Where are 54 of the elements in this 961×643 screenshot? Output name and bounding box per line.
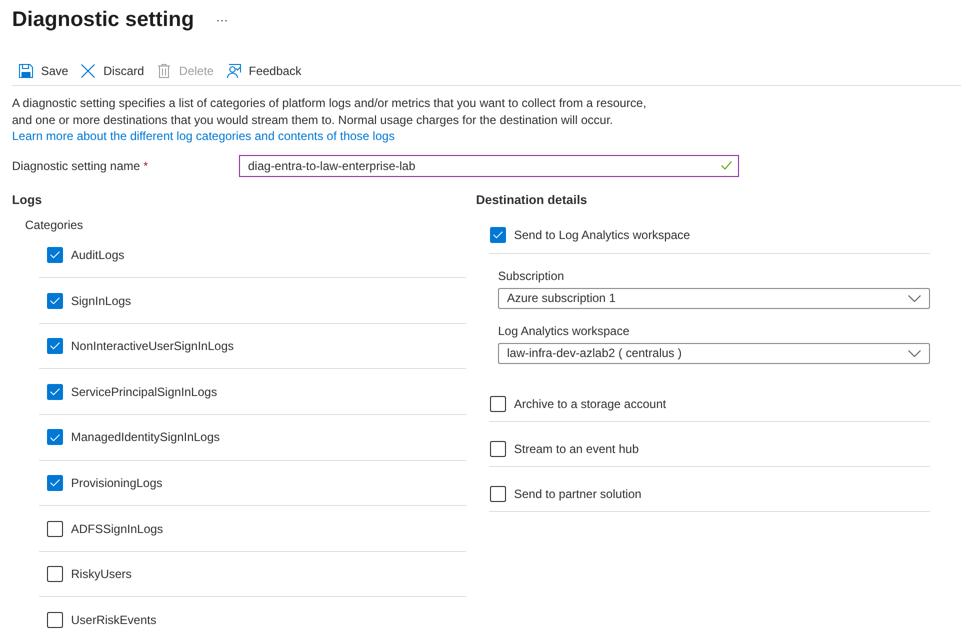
checkmark-icon <box>50 342 60 350</box>
checkbox[interactable] <box>47 292 63 309</box>
trash-icon <box>156 62 172 79</box>
section-heading: Destination details <box>476 192 588 208</box>
group-label: Categories <box>25 216 84 233</box>
save-button[interactable]: Save <box>12 56 74 85</box>
checkbox-label: ProvisioningLogs <box>71 474 162 491</box>
checkmark-icon <box>50 479 60 487</box>
checkbox-label: Send to Log Analytics workspace <box>514 227 690 244</box>
field-label: Subscription <box>498 268 566 284</box>
checkbox[interactable] <box>47 338 63 354</box>
checkbox[interactable] <box>47 520 63 537</box>
checkbox-label: Archive to a storage account <box>514 396 666 412</box>
checkbox-label: ManagedIdentitySignInLogs <box>71 429 220 446</box>
checkbox[interactable] <box>490 396 506 412</box>
cross-icon <box>80 62 96 79</box>
checkbox[interactable] <box>47 474 63 491</box>
checkmark-icon <box>50 434 60 442</box>
page-title: Diagnostic setting <box>12 7 194 33</box>
field-label: Log Analytics workspace <box>498 322 630 339</box>
dropdown[interactable]: Azure subscription 1 <box>498 288 930 309</box>
checkbox[interactable] <box>47 384 63 400</box>
discard-button[interactable]: Discard <box>74 56 150 85</box>
checkbox[interactable] <box>47 429 63 446</box>
checkbox-label: UserRiskEvents <box>71 612 156 628</box>
checkbox-label: RiskyUsers <box>71 566 132 582</box>
dropdown[interactable]: law-infra-dev-azlab2 ( centralus ) <box>498 342 930 364</box>
name-input[interactable]: diag-entra-to-law-enterprise-lab <box>239 154 739 177</box>
checkbox-label: AuditLogs <box>71 246 124 263</box>
checkbox-label: NonInteractiveUserSignInLogs <box>71 338 234 354</box>
description-text: A diagnostic setting specifies a list of categories of platform logs and/or metrics that you want to collect from a resource, and one or more destinations that you would stream them to. Normal usage charges for the destination will occur. Learn more about the different log categories and contents of those logs <box>12 95 648 145</box>
checkbox-label: Send to partner solution <box>514 486 642 502</box>
checkbox[interactable] <box>490 441 506 458</box>
checkbox-label: ServicePrincipalSignInLogs <box>71 384 218 400</box>
checkbox-label: Stream to an event hub <box>514 441 639 458</box>
checkmark-icon <box>50 388 60 396</box>
more-button[interactable]: ··· <box>216 12 228 28</box>
checkbox[interactable] <box>47 566 63 582</box>
checkbox[interactable] <box>47 246 63 263</box>
checkbox-label: SignInLogs <box>71 292 132 309</box>
checkbox-label: ADFSSignInLogs <box>71 520 164 537</box>
feedback-button[interactable]: Feedback <box>220 56 308 85</box>
checkbox[interactable] <box>490 227 506 244</box>
checkmark-icon <box>50 296 60 304</box>
checkmark-icon <box>50 251 60 259</box>
checkbox[interactable] <box>490 486 506 502</box>
field-label: Diagnostic setting name * <box>12 158 150 174</box>
checkbox[interactable] <box>47 612 63 628</box>
person-check-icon <box>226 62 242 79</box>
chevron-down-icon <box>908 350 921 357</box>
section-heading: Logs <box>12 192 43 208</box>
chevron-down-icon <box>908 294 921 302</box>
checkmark-icon <box>493 231 503 239</box>
learn-more-link[interactable]: Learn more about the different log categories and contents of those logs <box>12 129 395 144</box>
